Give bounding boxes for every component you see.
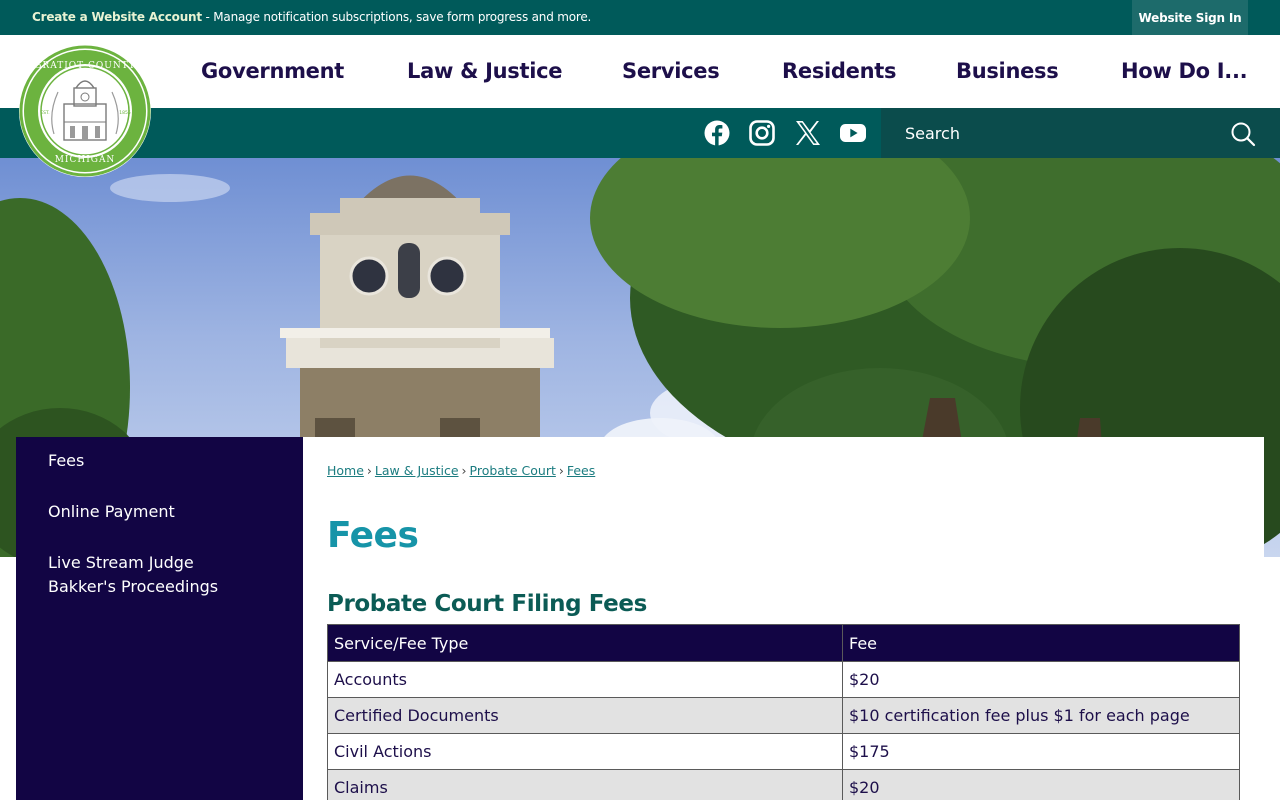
table-cell-service: Accounts xyxy=(327,661,843,698)
nav-item-residents[interactable]: Residents xyxy=(782,59,896,83)
main-content: Home › Law & Justice › Probate Court › Fees Fe… xyxy=(303,437,1264,800)
table-row: Claims $20 xyxy=(327,769,1240,800)
column-header-service: Service/Fee Type xyxy=(327,624,843,662)
search-icon[interactable] xyxy=(1229,120,1257,148)
table-row: Civil Actions $175 xyxy=(327,733,1240,770)
top-announcement-bar: Create a Website Account - Manage notifi… xyxy=(0,0,1280,35)
logo-est-text: EST. xyxy=(40,110,49,116)
logo-year-text: 1855 xyxy=(119,110,131,116)
instagram-icon[interactable] xyxy=(748,119,776,147)
breadcrumb-home[interactable]: Home xyxy=(327,463,364,478)
create-account-link[interactable]: Create a Website Account xyxy=(32,10,202,24)
breadcrumb-law-justice[interactable]: Law & Justice xyxy=(375,463,459,478)
nav-item-services[interactable]: Services xyxy=(622,59,720,83)
table-cell-fee: $10 certification fee plus $1 for each p… xyxy=(842,697,1240,734)
logo-top-text: GRATIOT COUNTY xyxy=(34,61,136,71)
sidebar-item-online-payment[interactable]: Online Payment xyxy=(48,500,175,524)
table-cell-fee: $20 xyxy=(842,661,1240,698)
website-sign-in-button[interactable]: Website Sign In xyxy=(1132,0,1248,35)
column-header-fee: Fee xyxy=(842,624,1240,662)
announcement-text: Create a Website Account - Manage notifi… xyxy=(32,10,591,24)
sidebar-item-live-stream[interactable]: Live Stream Judge Bakker's Proceedings xyxy=(48,551,248,599)
breadcrumb-fees[interactable]: Fees xyxy=(567,463,595,478)
table-cell-fee: $175 xyxy=(842,733,1240,770)
site-header: Government Law & Justice Services Reside… xyxy=(0,35,1280,108)
search-box xyxy=(881,108,1280,158)
search-input[interactable] xyxy=(905,121,1225,145)
breadcrumb: Home › Law & Justice › Probate Court › Fees xyxy=(327,463,595,478)
main-nav: Government Law & Justice Services Reside… xyxy=(0,35,1280,108)
nav-item-business[interactable]: Business xyxy=(956,59,1059,83)
table-cell-service: Claims xyxy=(327,769,843,800)
facebook-icon[interactable] xyxy=(703,119,731,147)
gratiot-county-seal-logo[interactable]: GRATIOT COUNTY MICHIGAN EST. 1855 xyxy=(18,44,152,178)
logo-bottom-text: MICHIGAN xyxy=(55,155,116,165)
nav-item-law-justice[interactable]: Law & Justice xyxy=(407,59,562,83)
nav-item-how-do-i[interactable]: How Do I... xyxy=(1121,59,1248,83)
breadcrumb-separator: › xyxy=(366,463,372,478)
table-header-row: Service/Fee Type Fee xyxy=(327,624,1240,662)
sidebar-item-fees[interactable]: Fees xyxy=(48,449,84,473)
breadcrumb-separator: › xyxy=(558,463,564,478)
table-row: Accounts $20 xyxy=(327,661,1240,698)
table-cell-service: Civil Actions xyxy=(327,733,843,770)
sidebar-subnav: Fees Online Payment Live Stream Judge Ba… xyxy=(16,437,303,800)
breadcrumb-probate-court[interactable]: Probate Court xyxy=(470,463,556,478)
nav-item-government[interactable]: Government xyxy=(201,59,344,83)
announcement-message: - Manage notification subscriptions, sav… xyxy=(201,10,592,24)
x-twitter-icon[interactable] xyxy=(794,119,822,147)
table-cell-service: Certified Documents xyxy=(327,697,843,734)
page-title: Fees xyxy=(327,515,419,556)
youtube-icon[interactable] xyxy=(839,119,867,147)
breadcrumb-separator: › xyxy=(461,463,467,478)
table-cell-fee: $20 xyxy=(842,769,1240,800)
section-title: Probate Court Filing Fees xyxy=(327,591,647,617)
fees-table: Service/Fee Type Fee Accounts $20 Certif… xyxy=(327,624,1240,800)
table-row: Certified Documents $10 certification fe… xyxy=(327,697,1240,734)
